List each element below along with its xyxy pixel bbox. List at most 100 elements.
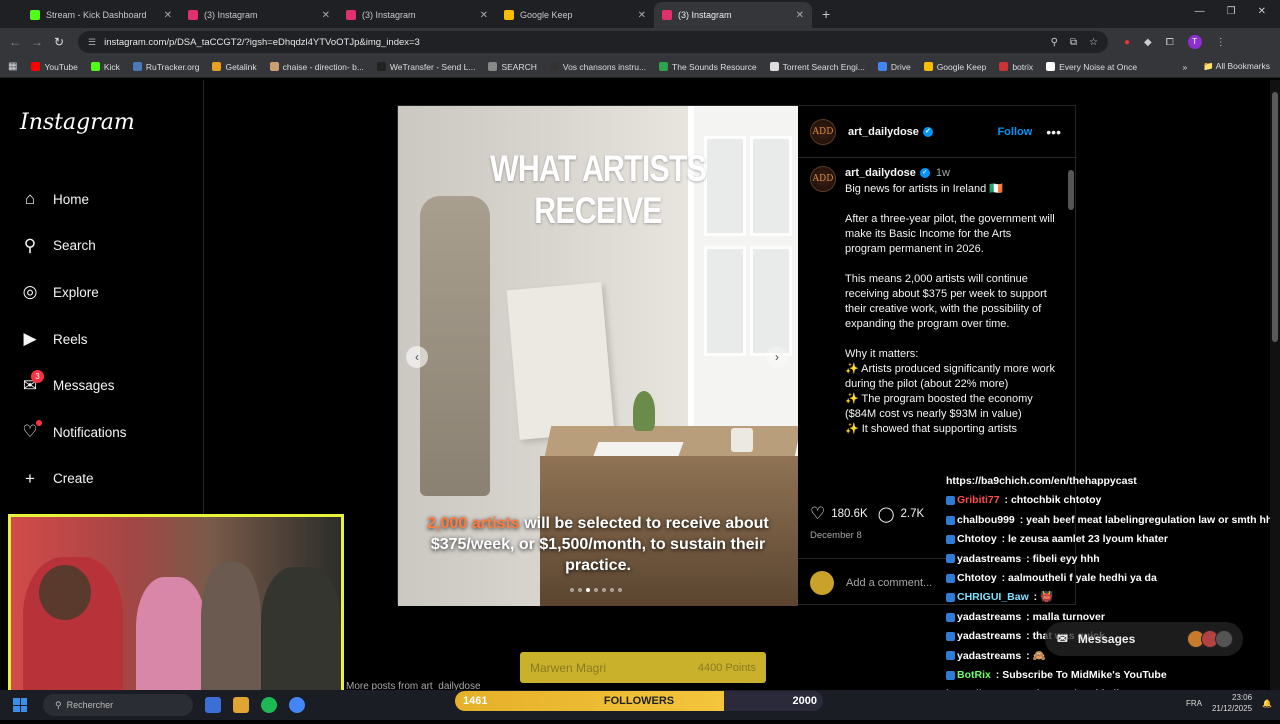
browser-menu-icon[interactable]: ⋮ [1216,37,1226,48]
browser-tab[interactable]: (3) Instagram ✕ [338,2,496,28]
back-icon[interactable]: ← [4,35,26,49]
sidebar-item-create[interactable]: + Create [20,456,127,503]
chat-message: https://ba9chich.com/en/thehappycast [946,472,1280,491]
bookmark-label: YouTube [44,61,78,72]
browser-tab[interactable]: (3) Instagram ✕ [654,2,812,28]
chat-username[interactable]: CHRIGUI_Baw [957,591,1029,603]
extension-icon[interactable]: ● [1124,37,1130,48]
like-count[interactable]: 180.6K [831,508,867,520]
tab-favicon-icon [188,10,198,20]
messages-pill[interactable]: ✉ Messages [1045,622,1243,656]
bookmark-item[interactable]: Google Keep [923,62,986,72]
site-info-icon[interactable]: ☰ [88,37,96,48]
browser-tab[interactable]: Stream - Kick Dashboard ✕ [22,2,180,28]
bookmark-item[interactable]: Drive [877,61,911,72]
language-indicator[interactable]: FRA [1186,698,1202,709]
bookmark-label: RuTracker.org [145,61,200,72]
chat-username[interactable]: Chtotoy [957,572,997,584]
page-scrollbar[interactable] [1270,80,1280,690]
extensions-puzzle-icon[interactable]: ⧠ [1166,37,1174,48]
clock[interactable]: 23:06 21/12/2025 [1212,692,1252,714]
bookmark-item[interactable]: Getalink [212,62,257,72]
account-name[interactable]: art_dailydose ✓ [848,126,933,138]
heart-icon: ♡ [20,420,42,442]
bookmark-item[interactable]: RuTracker.org [132,61,200,72]
carousel-dots [570,588,622,592]
install-icon[interactable]: ⧉ [1070,37,1077,48]
close-tab-icon[interactable]: ✕ [480,10,488,21]
forward-icon[interactable]: → [26,35,48,49]
bookmark-item[interactable]: WeTransfer - Send L... [376,62,475,72]
caption-avatar[interactable]: ADD [810,166,836,192]
spotify-icon[interactable] [261,697,277,713]
apron-illustration [420,196,490,496]
carousel-prev-button[interactable]: ‹ [406,346,428,368]
chrome-icon[interactable] [289,697,305,713]
bookmark-item[interactable]: chaise - direction- b... [269,62,364,72]
notification-bell-icon[interactable]: 🔔 [1262,698,1272,709]
more-options-icon[interactable]: ••• [1046,124,1061,140]
taskbar-search[interactable]: ⚲ Rechercher [43,694,193,716]
sidebar-item-home[interactable]: ⌂ Home [20,176,127,223]
chat-badge-icon [946,573,955,583]
bookmark-label: Drive [890,61,911,72]
apps-grid-icon[interactable]: ▦ [8,61,17,72]
chat-badge-icon [946,496,955,506]
chat-username[interactable]: yadastreams [957,630,1021,642]
chat-username[interactable]: Gribiti77 [957,494,1000,506]
sidebar-item-explore[interactable]: ◎ Explore [20,269,127,316]
bookmark-item[interactable]: Every Noise at Once [1046,62,1137,72]
caption-account-name[interactable]: art_dailydose [845,167,916,179]
bookmark-label: Vos chansons instru... [562,61,647,72]
sidebar-item-reels[interactable]: ▶ Reels [20,316,127,363]
minimize-icon[interactable]: — [1195,6,1205,17]
bookmark-item[interactable]: YouTube [31,61,78,72]
close-window-icon[interactable]: ✕ [1258,6,1266,17]
sidebar-item-search[interactable]: ⚲ Search [20,223,127,270]
chat-username[interactable]: chalbou999 [957,514,1015,526]
bookmark-star-icon[interactable]: ☆ [1089,37,1098,48]
close-tab-icon[interactable]: ✕ [638,10,646,21]
bookmark-item[interactable]: Vos chansons instru... [549,61,647,72]
sidebar-item-label: Search [53,238,96,254]
carousel-next-button[interactable]: › [766,346,788,368]
like-icon[interactable]: ♡ [810,504,825,524]
close-tab-icon[interactable]: ✕ [796,10,804,21]
sidebar-item-notifications[interactable]: ♡ Notifications [20,409,127,456]
profile-avatar[interactable]: T [1187,35,1202,49]
browser-tab[interactable]: (3) Instagram ✕ [180,2,338,28]
address-bar[interactable]: ☰ instagram.com/p/DSA_taCCGT2/?igsh=eDhq… [78,31,1108,53]
chat-username[interactable]: Chtotoy [957,533,997,545]
caption-scrollbar[interactable] [1068,160,1074,490]
close-tab-icon[interactable]: ✕ [322,10,330,21]
chat-username[interactable]: yadastreams [957,650,1021,662]
comment-input[interactable]: Add a comment... [846,577,932,589]
bookmark-item[interactable]: Kick [90,62,120,72]
follow-button[interactable]: Follow [997,126,1032,138]
chat-text: https://ba9chich.com/en/thehappycast [946,475,1137,487]
tab-title: (3) Instagram [362,10,416,20]
close-tab-icon[interactable]: ✕ [164,10,172,21]
bookmarks-overflow-icon[interactable]: » [1182,62,1187,72]
browser-tab[interactable]: Google Keep ✕ [496,2,654,28]
chat-username[interactable]: yadastreams [957,553,1021,565]
restore-icon[interactable]: ❐ [1227,6,1236,17]
folder-icon[interactable] [233,697,249,713]
extension-diamond-icon[interactable]: ◆ [1144,37,1152,48]
windows-start-icon[interactable] [13,698,27,712]
bookmark-item[interactable]: botrix [999,62,1033,72]
instagram-logo[interactable]: Instagram [20,110,135,135]
bookmark-item[interactable]: SEARCH [488,62,537,72]
bookmark-item[interactable]: Torrent Search Engi... [769,62,865,72]
chat-username[interactable]: BotRix [957,669,991,681]
comment-icon[interactable]: ◯ [878,505,895,523]
taskbar-app-icon[interactable] [205,697,221,713]
zoom-icon[interactable]: ⚲ [1051,37,1058,48]
new-tab-button[interactable]: + [822,6,830,22]
account-avatar[interactable]: ADD [810,118,836,145]
chat-username[interactable]: yadastreams [957,611,1021,623]
bookmark-item[interactable]: The Sounds Resource [659,62,757,72]
all-bookmarks[interactable]: 📁 All Bookmarks [1203,61,1270,72]
sidebar-item-messages[interactable]: ✉ 3 Messages [20,362,127,409]
reload-icon[interactable]: ↻ [48,35,70,49]
